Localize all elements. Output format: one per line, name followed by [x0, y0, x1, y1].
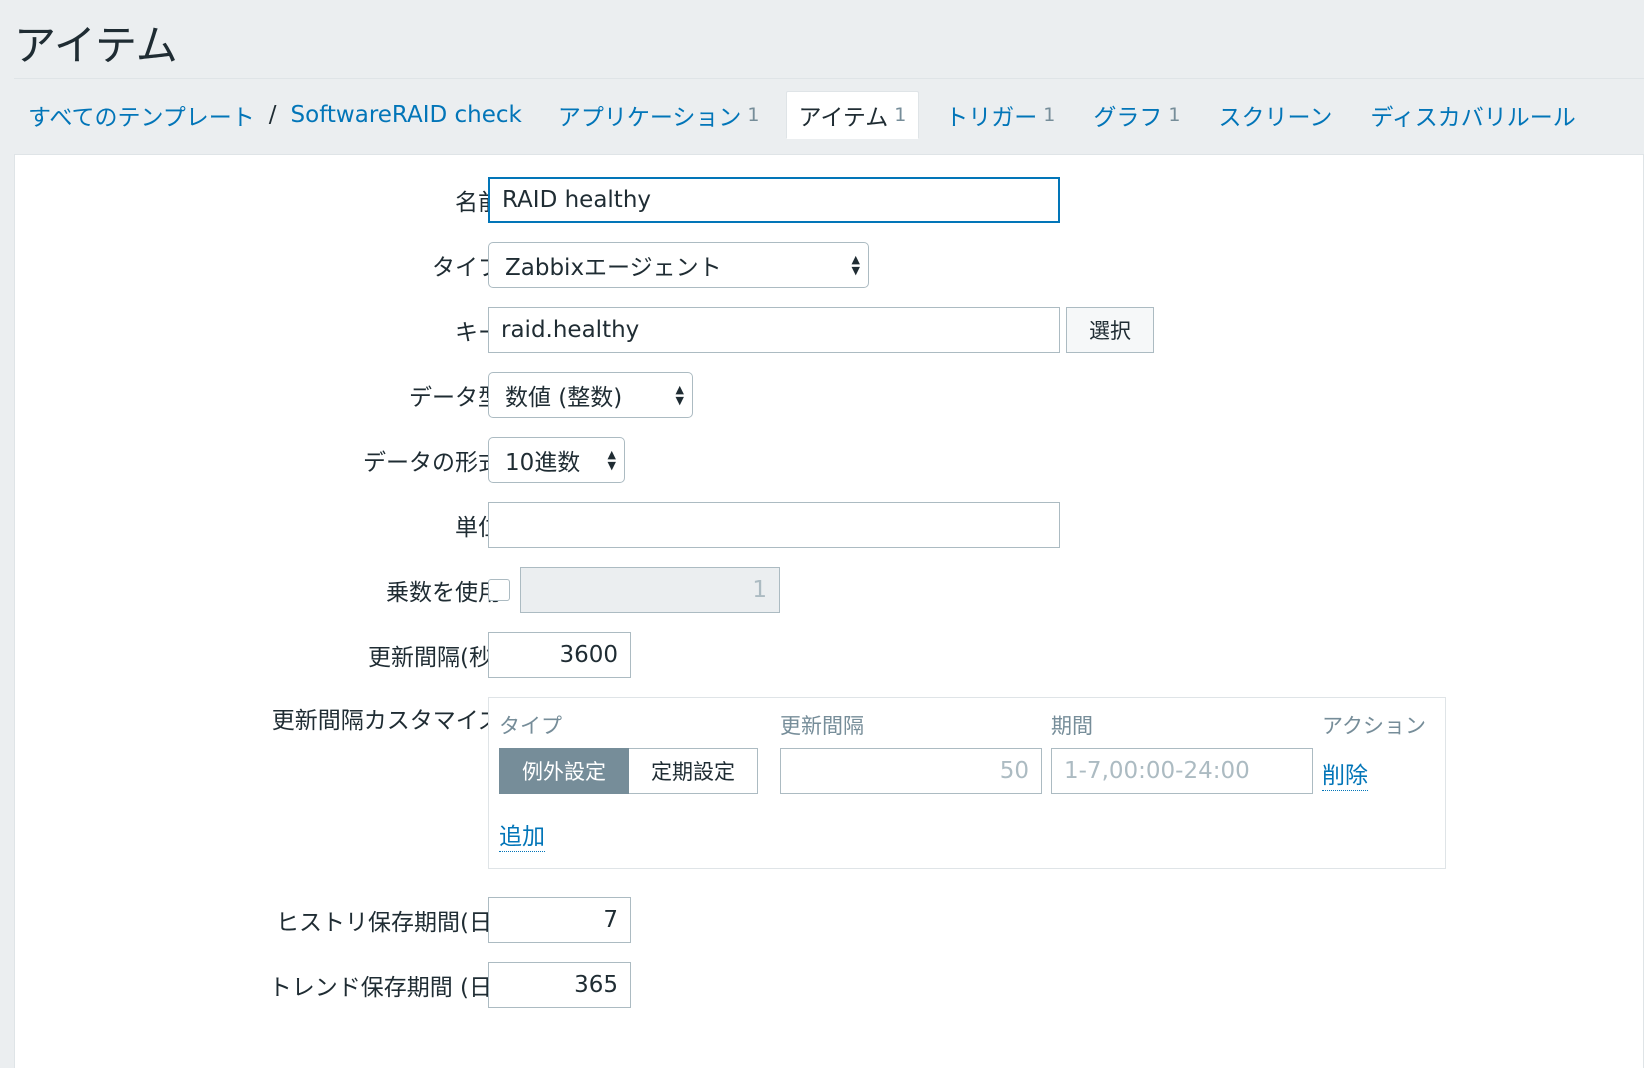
name-row: 名前 RAID healthy: [15, 177, 1643, 223]
tab-discovery-rules[interactable]: ディスカバリルール: [1358, 92, 1587, 138]
tab-screens[interactable]: スクリーン: [1206, 92, 1344, 138]
units-input[interactable]: [488, 502, 1060, 548]
history-label: ヒストリ保存期間(日): [276, 910, 501, 936]
type-row: タイプ Zabbixエージェント ▲ ▼: [15, 242, 1643, 288]
multiplier-label: 乗数を使用: [386, 580, 501, 606]
name-input[interactable]: RAID healthy: [488, 177, 1060, 223]
data-type-row: データ型 数値 (整数) ▲ ▼: [15, 372, 1643, 418]
custom-intervals-label: 更新間隔カスタマイズ: [271, 708, 501, 734]
select-arrows-icon: ▲ ▼: [675, 383, 684, 407]
key-select-button[interactable]: 選択: [1066, 307, 1154, 353]
tab-graphs[interactable]: グラフ 1: [1081, 92, 1192, 138]
tab-applications-label[interactable]: アプリケーション: [558, 98, 742, 132]
data-type-select-value: 数値 (整数): [505, 385, 623, 411]
item-form: 名前 RAID healthy タイプ Zabbixエージェント ▲ ▼ キー r…: [14, 154, 1644, 1068]
type-select-value: Zabbixエージェント: [505, 255, 722, 281]
data-format-label: データの形式: [363, 450, 501, 476]
data-format-select[interactable]: 10進数 ▲ ▼: [488, 437, 625, 483]
tab-graphs-label[interactable]: グラフ: [1093, 98, 1162, 132]
select-arrows-icon: ▲ ▼: [607, 448, 616, 472]
col-header-type: タイプ: [499, 714, 562, 738]
custom-interval-input[interactable]: 50: [780, 748, 1042, 794]
history-input[interactable]: 7: [488, 897, 631, 943]
tab-applications-count: 1: [747, 104, 760, 126]
trends-label: トレンド保存期間 (日): [268, 975, 501, 1001]
custom-period-input[interactable]: 1-7,00:00-24:00: [1051, 748, 1313, 794]
tab-items-label[interactable]: アイテム: [799, 98, 889, 132]
breadcrumb: すべてのテンプレート / SoftwareRAID check: [28, 98, 522, 132]
tab-screens-label[interactable]: スクリーン: [1218, 98, 1332, 132]
col-header-action: アクション: [1322, 714, 1426, 738]
interval-type-toggle: 例外設定 定期設定: [499, 748, 758, 794]
multiplier-checkbox[interactable]: [488, 579, 510, 601]
key-input[interactable]: raid.healthy: [488, 307, 1060, 353]
tab-graphs-count: 1: [1168, 104, 1181, 126]
breadcrumb-all-templates[interactable]: すべてのテンプレート: [28, 98, 255, 132]
key-row: キー raid.healthy 選択: [15, 307, 1643, 353]
tab-triggers-count: 1: [1043, 104, 1056, 126]
page-title: アイテム: [14, 21, 178, 70]
navigation-bar: すべてのテンプレート / SoftwareRAID check アプリケーション…: [14, 90, 1644, 140]
history-row: ヒストリ保存期間(日) 7: [15, 897, 1643, 943]
interval-input[interactable]: 3600: [488, 632, 631, 678]
add-interval-link[interactable]: 追加: [499, 817, 545, 852]
breadcrumb-template[interactable]: SoftwareRAID check: [291, 102, 522, 128]
tab-discovery-rules-label[interactable]: ディスカバリルール: [1370, 98, 1575, 132]
breadcrumb-separator: /: [268, 102, 277, 128]
data-format-row: データの形式 10進数 ▲ ▼: [15, 437, 1643, 483]
select-arrows-icon: ▲ ▼: [851, 253, 860, 277]
tab-items-count: 1: [894, 104, 907, 126]
interval-row: 更新間隔(秒) 3600: [15, 632, 1643, 678]
trends-row: トレンド保存期間 (日) 365: [15, 962, 1643, 1008]
custom-intervals-table: タイプ 更新間隔 期間 アクション 例外設定 定期設定 50 1-7,00:00…: [488, 697, 1446, 869]
col-header-period: 期間: [1051, 714, 1093, 738]
data-format-select-value: 10進数: [505, 450, 581, 476]
tab-items[interactable]: アイテム 1: [785, 91, 920, 139]
flexible-option[interactable]: 例外設定: [499, 748, 629, 794]
tab-triggers[interactable]: トリガー 1: [933, 92, 1067, 138]
scheduling-option[interactable]: 定期設定: [629, 748, 758, 794]
type-select[interactable]: Zabbixエージェント ▲ ▼: [488, 242, 869, 288]
col-header-interval: 更新間隔: [780, 714, 864, 738]
tab-applications[interactable]: アプリケーション 1: [546, 92, 772, 138]
multiplier-row: 乗数を使用 1: [15, 567, 1643, 613]
remove-interval-link[interactable]: 削除: [1322, 756, 1368, 791]
units-row: 単位: [15, 502, 1643, 548]
tab-triggers-label[interactable]: トリガー: [945, 98, 1037, 132]
interval-label: 更新間隔(秒): [368, 645, 501, 671]
trends-input[interactable]: 365: [488, 962, 631, 1008]
multiplier-input: 1: [520, 567, 780, 613]
data-type-select[interactable]: 数値 (整数) ▲ ▼: [488, 372, 693, 418]
title-divider: [14, 78, 1644, 79]
